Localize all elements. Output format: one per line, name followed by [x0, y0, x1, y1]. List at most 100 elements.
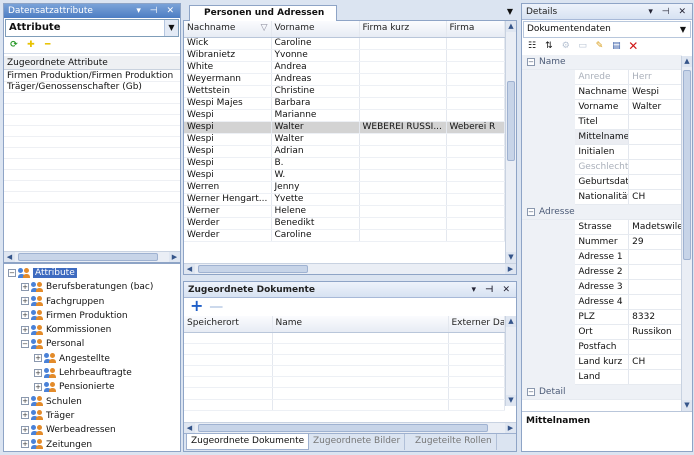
property-row[interactable]: Geburtsdatum	[522, 174, 682, 191]
property-value[interactable]: 29	[628, 234, 682, 251]
property-row[interactable]: Titel	[522, 114, 682, 131]
table-row[interactable]: Werder Caroline	[184, 229, 505, 242]
property-row[interactable]: Postfach	[522, 339, 682, 356]
collapse-icon[interactable]: −	[527, 387, 535, 396]
tree-item[interactable]: + Fachgruppen	[8, 295, 180, 309]
scroll-thumb[interactable]	[683, 70, 691, 260]
table-row[interactable]: Werder Benedikt	[184, 217, 505, 230]
column-header-name[interactable]: Name	[272, 316, 449, 333]
table-row[interactable]: Wespi W.	[184, 169, 505, 182]
property-row[interactable]: Land	[522, 369, 682, 386]
property-row[interactable]: Ort Russikon	[522, 324, 682, 341]
star-add-icon[interactable]: ✚	[25, 40, 37, 51]
property-value[interactable]	[628, 369, 682, 386]
property-value[interactable]	[628, 249, 682, 266]
documents-hscrollbar[interactable]: ◀ ▶	[184, 422, 516, 433]
property-row[interactable]: Initialen	[522, 144, 682, 161]
tab-assigned-documents[interactable]: Zugeordnete Dokumente	[186, 434, 310, 450]
property-value[interactable]	[628, 339, 682, 356]
table-row[interactable]: Wespi B.	[184, 157, 505, 170]
expand-icon[interactable]: +	[34, 382, 42, 391]
chevron-down-icon[interactable]: ▼	[676, 22, 690, 37]
tree-item[interactable]: + Angestellte	[8, 352, 180, 366]
attribute-type-dropdown[interactable]: Attribute ▼	[5, 19, 179, 37]
scroll-left-icon[interactable]: ◀	[184, 264, 195, 274]
attributes-hscrollbar[interactable]: ◀ ▶	[4, 251, 180, 262]
table-row[interactable]: Wettstein Christine	[184, 85, 505, 98]
property-value[interactable]: Madetswiler...	[628, 219, 682, 236]
panel-controls[interactable]: ▾ ⊣ ✕	[136, 4, 177, 18]
tree-root[interactable]: − Attribute	[8, 266, 180, 280]
remove-icon[interactable]: ━	[42, 40, 54, 51]
table-row[interactable]: Weyermann Andreas	[184, 73, 505, 86]
collapse-icon[interactable]: −	[527, 57, 535, 66]
property-value[interactable]	[628, 114, 682, 131]
property-category[interactable]: − Adresse	[522, 204, 682, 221]
scroll-thumb[interactable]	[18, 253, 158, 261]
property-value[interactable]: CH	[628, 189, 682, 206]
scroll-up-icon[interactable]: ▲	[506, 21, 516, 32]
list-item[interactable]: Träger/Genossenschafter (Gb)	[4, 82, 180, 93]
expand-icon[interactable]: +	[21, 282, 29, 291]
column-header-firma[interactable]: Firma	[446, 21, 505, 38]
property-value[interactable]	[628, 129, 682, 146]
tree-item[interactable]: + Schulen	[8, 395, 180, 409]
sort-alpha-icon[interactable]: ⇅	[543, 41, 555, 52]
list-item[interactable]: Firmen Produktion/Firmen Produktion	[4, 71, 180, 82]
expand-icon[interactable]: +	[21, 311, 29, 320]
expand-icon[interactable]: +	[21, 425, 29, 434]
collapse-icon[interactable]: −	[21, 339, 29, 348]
property-row[interactable]: PLZ 8332	[522, 309, 682, 326]
column-header-speicherort[interactable]: Speicherort	[184, 316, 273, 333]
categorized-icon[interactable]: ☷	[526, 41, 538, 52]
property-value[interactable]: CH	[628, 354, 682, 371]
table-row[interactable]: Wespi Marianne	[184, 109, 505, 122]
scroll-thumb[interactable]	[198, 265, 308, 273]
tree-item[interactable]: + Pensionierte	[8, 380, 180, 394]
page-icon[interactable]: ▭	[577, 41, 589, 52]
property-row[interactable]: Adresse 4	[522, 294, 682, 311]
scroll-right-icon[interactable]: ▶	[505, 264, 516, 274]
property-value[interactable]: Wespi	[628, 84, 682, 101]
property-row[interactable]: Adresse 2	[522, 264, 682, 281]
tree-item[interactable]: + Firmen Produktion	[8, 309, 180, 323]
property-value[interactable]	[628, 264, 682, 281]
property-row[interactable]: Mittelnamen	[522, 129, 682, 146]
property-row[interactable]: Adresse 1	[522, 249, 682, 266]
property-category[interactable]: − Name	[522, 55, 682, 71]
column-header-nachname[interactable]: Nachname ▽	[184, 21, 272, 38]
property-row[interactable]: Nationalität CH	[522, 189, 682, 206]
property-value[interactable]	[628, 144, 682, 161]
scroll-down-icon[interactable]: ▼	[682, 400, 692, 411]
expand-icon[interactable]: +	[34, 368, 42, 377]
expand-icon[interactable]: +	[21, 397, 29, 406]
table-row[interactable]: Werner Hengart... Yvette	[184, 193, 505, 206]
scroll-thumb[interactable]	[507, 81, 515, 161]
property-value[interactable]	[628, 279, 682, 296]
expand-icon[interactable]: +	[21, 411, 29, 420]
expand-icon[interactable]: +	[21, 440, 29, 449]
property-value[interactable]: Walter	[628, 99, 682, 116]
details-vscrollbar[interactable]: ▲ ▼	[681, 56, 692, 411]
scroll-left-icon[interactable]: ◀	[4, 252, 15, 262]
scroll-thumb[interactable]	[198, 424, 488, 432]
property-row[interactable]: Vorname Walter	[522, 99, 682, 116]
tree-item[interactable]: + Kommissionen	[8, 323, 180, 337]
chevron-down-icon[interactable]: ▼	[164, 20, 178, 36]
properties-icon[interactable]: ⚙	[560, 41, 572, 52]
property-row[interactable]: Land kurz CH	[522, 354, 682, 371]
tab-assigned-roles[interactable]: Zugeteilte Rollen	[411, 434, 497, 450]
property-row[interactable]: StrasseMadetswiler...	[522, 219, 682, 236]
column-header-externer-date[interactable]: Externer Date	[448, 316, 505, 333]
tree-item[interactable]: + Lehrbeauftragte	[8, 366, 180, 380]
expand-icon[interactable]: +	[21, 297, 29, 306]
table-row[interactable]: Werner Helene	[184, 205, 505, 218]
panel-controls[interactable]: ▾ ⊣ ✕	[648, 4, 689, 20]
table-row[interactable]: Wespi Majes Barbara	[184, 97, 505, 110]
edit-icon[interactable]: ✎	[594, 41, 606, 52]
add-icon[interactable]: +	[190, 296, 203, 315]
scroll-up-icon[interactable]: ▲	[506, 316, 516, 327]
delete-icon[interactable]: ✕	[627, 40, 639, 52]
tab-persons-addresses[interactable]: Personen und Adressen ✕	[189, 5, 337, 32]
persons-hscrollbar[interactable]: ◀ ▶	[184, 263, 516, 274]
